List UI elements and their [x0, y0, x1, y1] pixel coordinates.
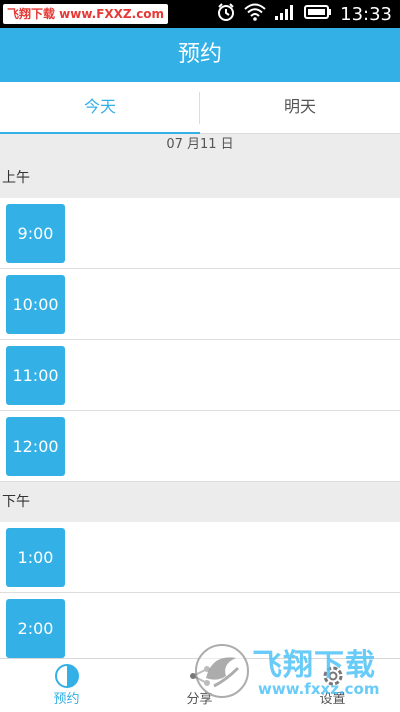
alarm-icon: [216, 2, 236, 26]
app-header: 预约: [0, 28, 400, 82]
nav-label-booking: 预约: [53, 692, 80, 707]
day-tabs: 今天 明天: [0, 82, 400, 135]
time-slot-row[interactable]: 12:00: [0, 411, 400, 482]
tab-today-label: 今天: [83, 97, 116, 116]
nav-item-booking[interactable]: 预约: [0, 659, 133, 712]
tab-today[interactable]: 今天: [0, 82, 200, 135]
page-title: 预约: [177, 42, 222, 67]
status-watermark: 飞翔下载 www.FXXZ.com: [3, 4, 169, 24]
time-slot-row[interactable]: 1:00: [0, 522, 400, 593]
time-slot-button[interactable]: 2:00: [6, 599, 65, 658]
time-slot-button[interactable]: 9:00: [6, 204, 65, 263]
status-icons: 13:33: [216, 0, 392, 28]
status-time: 13:33: [340, 3, 392, 25]
section-header-afternoon: 下午: [0, 482, 400, 522]
tab-tomorrow-label: 明天: [283, 97, 316, 116]
time-slot-row[interactable]: 10:00: [0, 269, 400, 340]
status-bar: 飞翔下载 www.FXXZ.com 13:33: [0, 0, 400, 28]
time-slot-button[interactable]: 1:00: [6, 528, 65, 587]
nav-item-settings[interactable]: 设置: [266, 659, 399, 712]
section-header-morning: 上午: [0, 158, 400, 198]
signal-icon: [274, 3, 296, 25]
battery-icon: [304, 4, 332, 24]
settings-icon: [320, 663, 346, 689]
tab-tomorrow[interactable]: 明天: [200, 82, 400, 134]
nav-item-share[interactable]: 分享: [133, 659, 266, 712]
time-slot-button[interactable]: 10:00: [6, 275, 65, 334]
nav-label-settings: 设置: [319, 692, 346, 707]
wifi-icon: [244, 3, 266, 25]
share-icon: [187, 663, 213, 689]
time-slot-row[interactable]: 2:00: [0, 593, 400, 658]
nav-label-share: 分享: [186, 692, 213, 707]
time-slot-row[interactable]: 9:00: [0, 198, 400, 269]
date-label: 07 月11 日: [0, 134, 400, 158]
pie-chart-icon: [54, 663, 80, 689]
time-slot-row[interactable]: 11:00: [0, 340, 400, 411]
time-slot-button[interactable]: 12:00: [6, 417, 65, 476]
schedule-list[interactable]: 07 月11 日 上午 9:00 10:00 11:00 12:00 下午 1:…: [0, 134, 400, 658]
time-slot-button[interactable]: 11:00: [6, 346, 65, 405]
bottom-nav: 预约 分享 设置: [0, 658, 400, 711]
